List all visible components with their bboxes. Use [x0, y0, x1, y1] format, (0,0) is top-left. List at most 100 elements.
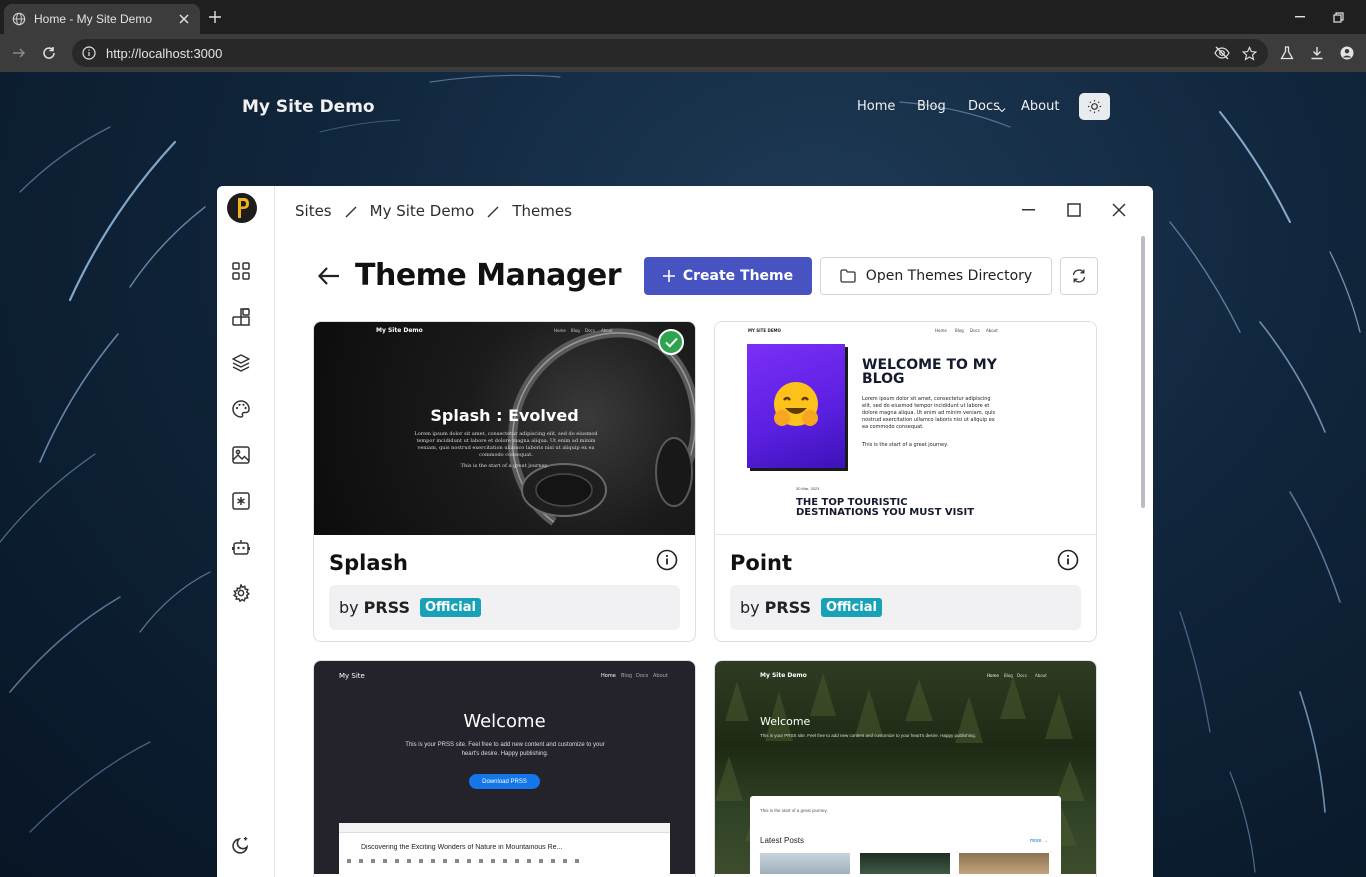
minimize-window-icon[interactable]: [1291, 8, 1309, 26]
preview-post-thumb-2: [860, 853, 950, 874]
theme-preview-splash: My Site Demo Home Blog Docs About Splash…: [314, 322, 695, 535]
theme-toggle-button[interactable]: [1079, 93, 1110, 120]
create-theme-label: Create Theme: [682, 268, 794, 284]
preview-nav-blog: Blog: [571, 328, 580, 333]
preview-nav-docs: Docs: [585, 328, 595, 333]
breadcrumb-site[interactable]: My Site Demo: [370, 202, 475, 220]
address-bar[interactable]: http://localhost:3000: [72, 39, 1268, 67]
official-badge: Official: [821, 598, 882, 617]
nav-home[interactable]: Home: [857, 99, 895, 114]
tab-close-icon[interactable]: [176, 11, 192, 27]
moon-icon[interactable]: [231, 835, 251, 855]
preview-post-title: THE TOP TOURISTIC DESTINATIONS YOU MUST …: [796, 497, 975, 518]
preview-nav-docs: Docs: [636, 673, 649, 679]
gear-icon[interactable]: [231, 583, 251, 603]
preview-body: This is your PRSS site. Feel free to add…: [760, 733, 976, 738]
preview-nav-docs: Docs: [1017, 673, 1027, 678]
info-icon[interactable]: [1057, 549, 1079, 571]
headphones-image: [508, 328, 695, 526]
theme-card-point[interactable]: MY SITE DEMO Home Blog Docs About WELCOM…: [714, 321, 1097, 642]
theme-name: Point: [730, 551, 793, 575]
layers-icon[interactable]: [231, 353, 251, 373]
author-name: PRSS: [363, 598, 410, 617]
preview-post-thumb-1: [760, 853, 850, 874]
globe-icon: [12, 12, 26, 26]
page-title: Theme Manager: [355, 258, 622, 293]
refresh-button[interactable]: [1060, 257, 1098, 295]
active-check-icon: [658, 329, 684, 355]
preview-nav-blog: Blog: [621, 673, 633, 679]
preview-nav-about: About: [986, 328, 998, 333]
nav-about[interactable]: About: [1021, 99, 1059, 114]
create-theme-button[interactable]: Create Theme: [644, 257, 812, 295]
preview-body: This is your PRSS site. Feel free to add…: [405, 742, 605, 757]
theme-card-forest[interactable]: My Site Demo Home Blog Docs About Welcom…: [714, 660, 1097, 877]
site-info-icon[interactable]: [82, 46, 96, 60]
official-badge: Official: [420, 598, 481, 617]
image-icon[interactable]: [231, 445, 251, 465]
content-scrollbar[interactable]: [1141, 236, 1145, 508]
nav-docs[interactable]: Docs: [968, 99, 1000, 114]
preview-nav-about: About: [653, 673, 668, 679]
preview-more-link: more →: [1030, 838, 1048, 844]
open-themes-directory-label: Open Themes Directory: [865, 268, 1033, 284]
dashboard-icon[interactable]: [231, 261, 251, 281]
eye-off-icon[interactable]: [1214, 45, 1230, 61]
breadcrumb-themes[interactable]: Themes: [512, 202, 572, 220]
preview-content-panel: This is the start of a great journey. La…: [750, 796, 1061, 874]
preview-nav-about: About: [1035, 673, 1047, 678]
preview-nav-home: Home: [601, 673, 616, 679]
theme-author: by PRSS Official: [730, 585, 1081, 630]
preview-embedded-editor: Discovering the Exciting Wonders of Natu…: [339, 823, 670, 874]
author-name: PRSS: [764, 598, 811, 617]
restore-window-icon[interactable]: [1329, 8, 1347, 26]
open-themes-directory-button[interactable]: Open Themes Directory: [820, 257, 1052, 295]
breadcrumb-sites[interactable]: Sites: [295, 202, 332, 220]
preview-nav-home: Home: [554, 328, 566, 333]
preview-nav-docs: Docs: [970, 328, 980, 333]
theme-card-dark[interactable]: My Site Home Blog Docs About Welcome Thi…: [313, 660, 696, 877]
preview-body: Lorem ipsum dolor sit amet, consectetur …: [414, 431, 598, 458]
palette-icon[interactable]: [231, 399, 251, 419]
theme-author: by PRSS Official: [329, 585, 680, 630]
profile-avatar-icon[interactable]: [1338, 44, 1356, 62]
robot-icon[interactable]: [231, 537, 251, 557]
preview-nav-about: About: [601, 328, 613, 333]
site-title[interactable]: My Site Demo: [242, 97, 375, 117]
minimize-icon[interactable]: [1020, 202, 1036, 218]
chevron-down-icon[interactable]: [998, 102, 1006, 117]
browser-toolbar: http://localhost:3000: [0, 34, 1366, 72]
prss-logo[interactable]: [227, 193, 257, 223]
browser-tab[interactable]: Home - My Site Demo: [4, 4, 200, 34]
preview-download-button: Download PRSS: [469, 774, 540, 789]
preview-nav-home: Home: [987, 673, 999, 678]
preview-tagline: This is the start of a great journey.: [760, 808, 828, 813]
author-prefix: by: [740, 598, 760, 617]
close-icon[interactable]: [1111, 202, 1127, 218]
blocks-icon[interactable]: [231, 307, 251, 327]
preview-nav-blog: Blog: [1004, 673, 1013, 678]
app-sidebar: [217, 186, 275, 877]
theme-preview-dark: My Site Home Blog Docs About Welcome Thi…: [314, 661, 695, 874]
preview-post-thumb-3: [959, 853, 1049, 874]
preview-site-title: My Site: [339, 672, 365, 680]
author-prefix: by: [339, 598, 359, 617]
reload-icon[interactable]: [40, 44, 58, 62]
info-icon[interactable]: [656, 549, 678, 571]
preview-site-title: MY SITE DEMO: [748, 328, 781, 333]
downloads-icon[interactable]: [1308, 44, 1326, 62]
labs-flask-icon[interactable]: [1278, 44, 1296, 62]
preview-heading: Welcome: [463, 711, 546, 732]
browser-tabbar: Home - My Site Demo: [0, 0, 1366, 34]
slash-separator-icon: [487, 206, 499, 218]
maximize-icon[interactable]: [1066, 202, 1082, 218]
nav-blog[interactable]: Blog: [917, 99, 946, 114]
bookmark-star-icon[interactable]: [1241, 45, 1257, 61]
theme-card-splash[interactable]: My Site Demo Home Blog Docs About Splash…: [313, 321, 696, 642]
preview-editor-bar: [339, 823, 670, 833]
new-tab-icon[interactable]: [206, 8, 224, 26]
preview-site-title: My Site Demo: [760, 672, 807, 679]
asterisk-icon[interactable]: [231, 491, 251, 511]
back-arrow-icon[interactable]: [317, 264, 341, 288]
forward-arrow-icon[interactable]: [10, 44, 28, 62]
